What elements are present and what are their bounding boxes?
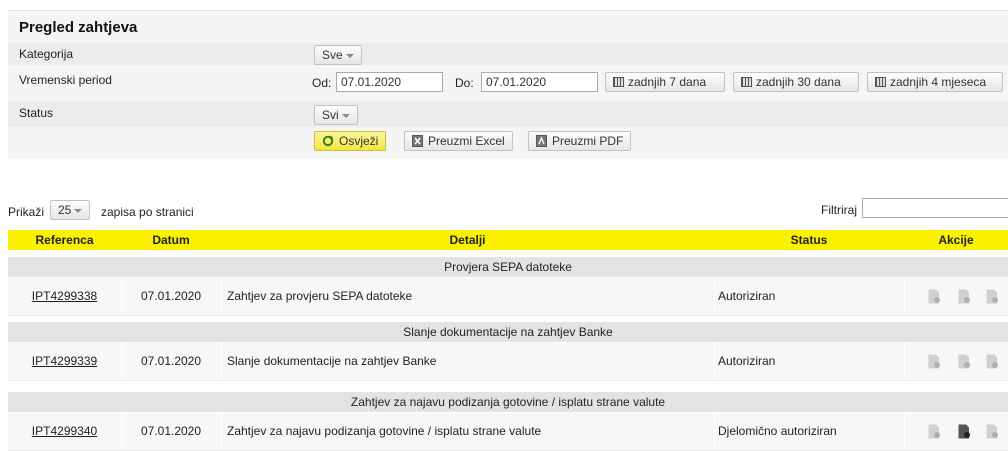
table-row: IPT4299338 07.01.2020 Zahtjev za provjer… [8,278,1008,316]
period-label: Vremenski period [19,73,112,87]
last-4-months-button[interactable]: zadnjih 4 mjeseca [867,72,1003,92]
from-date-input[interactable]: 07.01.2020 [336,72,443,92]
document-action-icon[interactable] [928,289,941,304]
download-excel-button[interactable]: Preuzmi Excel [404,131,513,151]
page-title: Pregled zahtjeva [19,19,138,36]
last-7-days-button[interactable]: zadnjih 7 dana [605,72,725,92]
status-cell: Autoriziran [718,354,776,368]
category-select[interactable]: Sve [314,45,362,65]
status-cell: Autoriziran [718,289,776,303]
details-cell: Zahtjev za najavu podizanja gotovine / i… [227,424,542,438]
group-header: Provjera SEPA datoteke [8,257,1008,277]
filter-panel: Pregled zahtjeva Kategorija Sve Vremensk… [8,10,1008,159]
document-action-icon[interactable] [958,354,971,369]
page-size-select[interactable]: 25 [50,200,91,220]
refresh-button[interactable]: Osvježi [314,131,387,151]
actions-row: Osvježi Preuzmi Excel Preuzmi PDF [8,129,1008,157]
table-row: IPT4299339 07.01.2020 Slanje dokumentaci… [8,343,1008,381]
col-header-date[interactable]: Datum [121,230,221,250]
filter-label: Filtriraj [821,203,857,217]
status-select[interactable]: Svi [314,105,358,125]
chevron-down-icon [341,113,350,118]
status-row: Status Svi [8,101,1008,127]
document-action-icon[interactable] [928,424,941,439]
status-label: Status [19,106,54,120]
to-date-input[interactable]: 07.01.2020 [481,72,598,92]
refresh-icon [322,135,334,147]
document-action-icon[interactable] [958,289,971,304]
period-row: Vremenski period Od: 07.01.2020 Do: 07.0… [8,67,1008,99]
category-row: Kategorija Sve [8,43,1008,65]
filter-input[interactable] [862,198,1008,218]
document-action-icon[interactable] [928,354,941,369]
calendar-icon [741,77,752,87]
last-30-days-button[interactable]: zadnjih 30 dana [733,72,859,92]
col-header-reference[interactable]: Referenca [8,230,121,250]
calendar-icon [875,77,886,87]
reference-link[interactable]: IPT4299339 [32,354,97,368]
calendar-icon [613,77,624,87]
document-action-icon[interactable] [986,424,999,439]
reference-link[interactable]: IPT4299340 [32,424,97,438]
col-header-actions: Akcije [938,233,974,247]
group-header: Slanje dokumentacije na zahtjev Banke [8,322,1008,342]
status-cell: Djelomično autoriziran [718,424,837,438]
document-action-icon[interactable] [986,354,999,369]
chevron-down-icon [74,208,83,213]
category-label: Kategorija [19,47,74,61]
details-cell: Slanje dokumentacije na zahtjev Banke [227,354,437,368]
table-row: IPT4299340 07.01.2020 Zahtjev za najavu … [8,413,1008,451]
chevron-down-icon [345,53,354,58]
table-header: Referenca Datum Detalji Status Akcije [8,230,1008,250]
download-pdf-button[interactable]: Preuzmi PDF [528,131,632,151]
date-cell: 07.01.2020 [140,289,202,303]
group-header: Zahtjev za najavu podizanja gotovine / i… [8,392,1008,412]
reference-link[interactable]: IPT4299338 [32,289,97,303]
document-action-icon[interactable] [986,289,999,304]
from-label: Od: [312,76,332,90]
document-action-icon[interactable] [958,424,971,439]
col-header-details[interactable]: Detalji [221,230,714,250]
to-label: Do: [455,76,474,90]
pdf-icon [536,135,547,147]
date-cell: 07.01.2020 [140,424,202,438]
col-header-status[interactable]: Status [714,230,904,250]
per-page-label: zapisa po stranici [101,205,194,219]
details-cell: Zahtjev za provjeru SEPA datoteke [227,289,413,303]
show-label: Prikaži [8,205,45,219]
excel-icon [412,135,423,147]
date-cell: 07.01.2020 [140,354,202,368]
